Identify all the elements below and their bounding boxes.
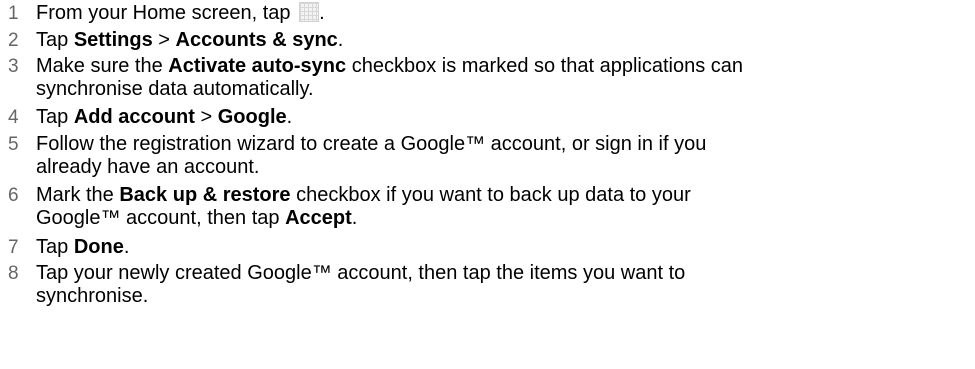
step-text-part: Mark the xyxy=(36,184,120,206)
step-bold-term: Accept xyxy=(285,207,352,229)
step-text-part: synchronise data automatically. xyxy=(36,78,314,100)
step-number: 3 xyxy=(8,56,19,77)
step-text-part: Tap xyxy=(36,29,74,51)
step-text-part: . xyxy=(319,2,325,24)
step-text-part: already have an account. xyxy=(36,156,260,178)
step-text-part: > xyxy=(152,29,176,51)
step-text-part: . xyxy=(123,236,130,258)
step-number: 2 xyxy=(8,30,19,51)
step-number: 4 xyxy=(8,107,19,128)
step-text: Tap your newly created Google™ account, … xyxy=(36,262,968,308)
step-bold-term: Settings xyxy=(73,29,153,51)
step-text-part: Google™ account, then tap xyxy=(36,207,286,229)
step-bold-term: Activate auto-sync xyxy=(168,55,347,77)
step-text-part: . xyxy=(351,207,358,229)
step-bold-term: Add account xyxy=(73,106,195,128)
step-text-part: Make sure the xyxy=(36,55,169,77)
step-number: 6 xyxy=(8,185,19,206)
step-number: 7 xyxy=(8,237,19,258)
step-number: 5 xyxy=(8,134,19,155)
step-text: Tap Settings > Accounts & sync. xyxy=(36,29,968,52)
step-text: Follow the registration wizard to create… xyxy=(36,133,968,179)
step-text-part: . xyxy=(286,106,293,128)
step-text-part: checkbox if you want to back up data to … xyxy=(290,184,691,206)
step-bold-term: Done xyxy=(73,236,124,258)
step-bold-term: Google xyxy=(217,106,287,128)
step-text-part: synchronise. xyxy=(36,285,149,307)
step-text-part: Tap xyxy=(36,106,74,128)
step-text-part: Follow the registration wizard to create… xyxy=(36,133,707,155)
step-text-part: . xyxy=(337,29,344,51)
step-bold-term: Accounts & sync xyxy=(175,29,338,51)
apps-grid-icon xyxy=(299,2,320,22)
step-text: Make sure the Activate auto-sync checkbo… xyxy=(36,55,968,101)
instruction-steps: 1 From your Home screen, tap . 2 Tap Set… xyxy=(0,0,975,369)
step-text-part: Tap xyxy=(36,236,74,258)
step-text: Tap Done. xyxy=(36,236,968,259)
step-text-part: From your Home screen, tap xyxy=(36,2,297,24)
step-number: 8 xyxy=(8,263,19,284)
step-text-part: Tap your newly created Google™ account, … xyxy=(36,262,686,284)
step-number: 1 xyxy=(8,3,19,24)
step-text: Tap Add account > Google. xyxy=(36,106,968,129)
step-text: From your Home screen, tap . xyxy=(36,2,968,25)
step-text-part: checkbox is marked so that applications … xyxy=(346,55,744,77)
step-text-part: > xyxy=(194,106,218,128)
step-bold-term: Back up & restore xyxy=(119,184,291,206)
step-text: Mark the Back up & restore checkbox if y… xyxy=(36,184,968,230)
